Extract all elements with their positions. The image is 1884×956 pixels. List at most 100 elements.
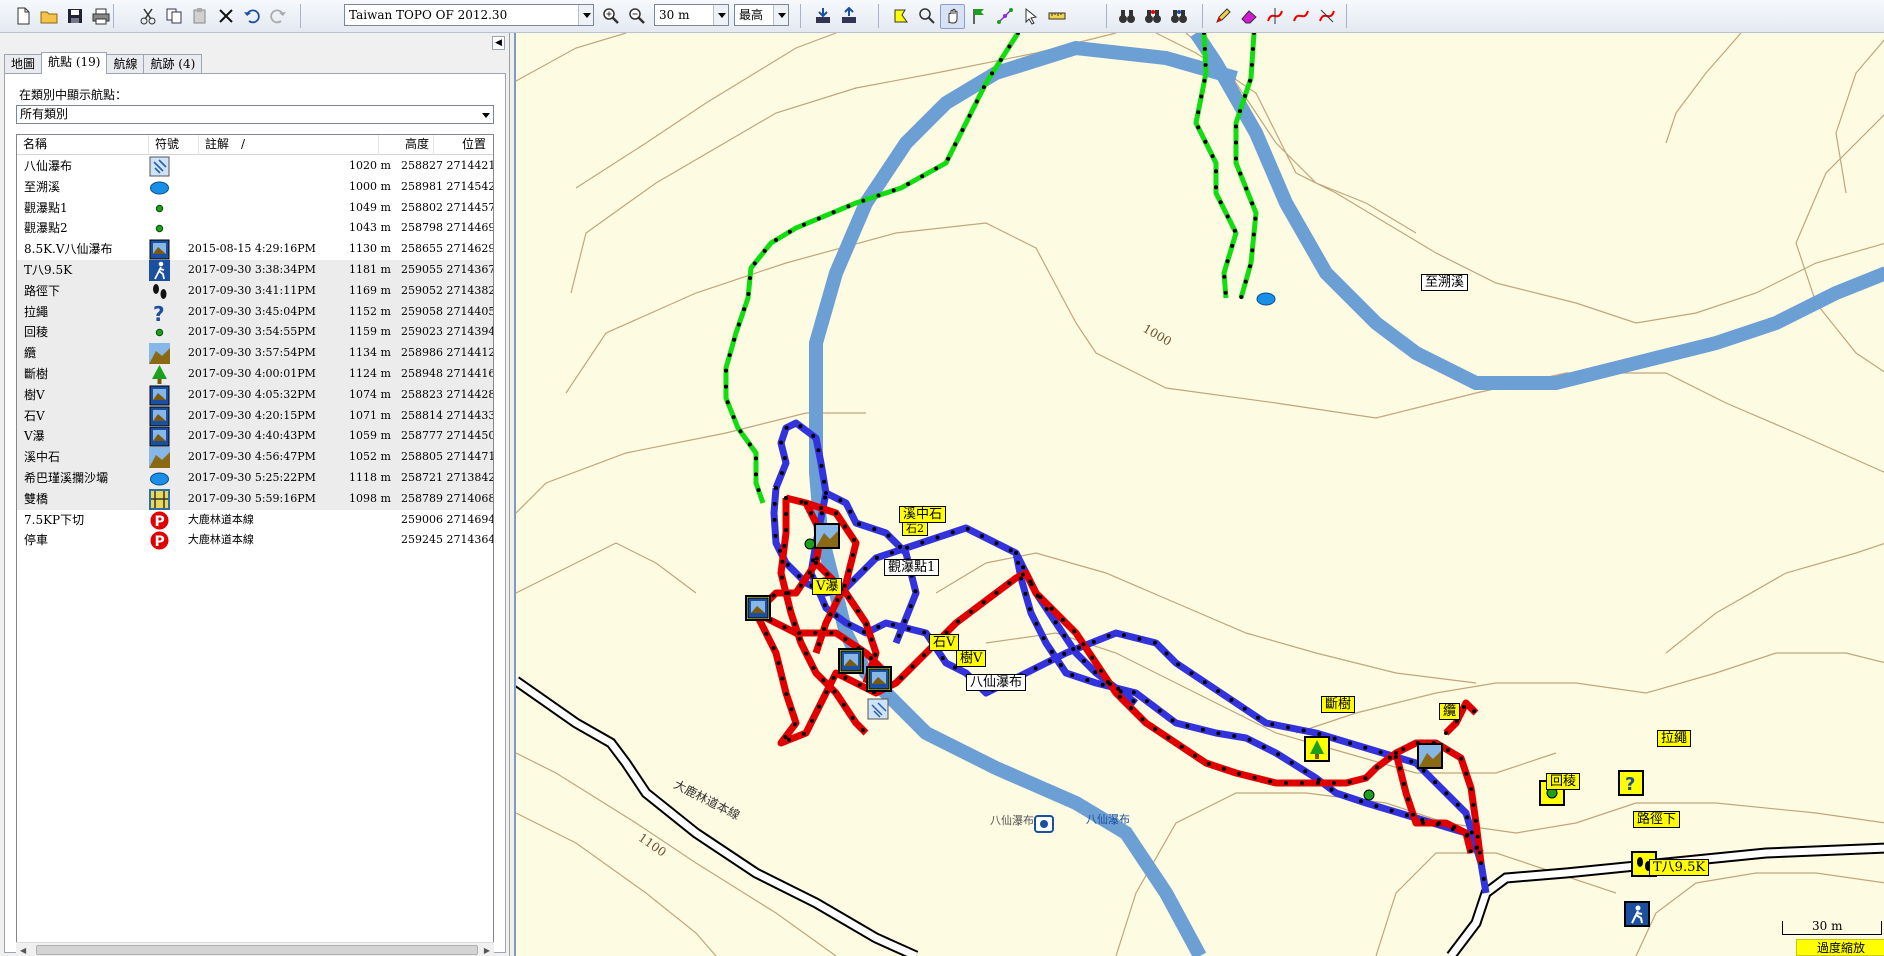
waypoint-vpu-marker[interactable] xyxy=(745,595,771,621)
open-button[interactable] xyxy=(36,4,61,29)
map-label-zhisuxi[interactable]: 至溯溪 xyxy=(1421,274,1469,291)
map-view[interactable]: ? 溪中石 石2 觀瀑點1 V瀑 石V 樹V 八仙瀑布 至溯溪 斷樹 纜 回稜 … xyxy=(514,33,1884,956)
waypoint-lan-marker[interactable] xyxy=(1417,743,1443,769)
print-button[interactable] xyxy=(88,4,113,29)
waypoint-row[interactable]: 路徑下 2017-09-30 3:41:11PM 1169 m 259052 2714… xyxy=(17,280,493,302)
save-button[interactable] xyxy=(62,4,87,29)
waypoint-xizhongshi-marker[interactable] xyxy=(814,523,840,549)
copy-button[interactable] xyxy=(161,4,186,29)
zoom-in-button[interactable] xyxy=(598,4,623,29)
map-product-select[interactable]: Taiwan TOPO OF 2012.30 xyxy=(344,4,594,26)
waypoint-position: 258655 2714629 xyxy=(400,242,493,256)
waypoint-row[interactable]: 雙橋 2017-09-30 5:59:16PM 1098 m 258789 27140… xyxy=(17,488,493,510)
waypoint-duanshu-marker[interactable] xyxy=(1304,736,1330,762)
redo-button[interactable] xyxy=(265,4,290,29)
pan-tool-button[interactable] xyxy=(940,3,965,29)
waypoint-row[interactable]: 回稜 2017-09-30 3:54:55PM 1159 m 259023 27143… xyxy=(17,322,493,344)
waypoint-row[interactable]: 希巴瑾溪攔沙壩 2017-09-30 5:25:22PM 1118 m 258721 … xyxy=(17,468,493,489)
pencil-tool-button[interactable] xyxy=(1210,4,1235,29)
map-label-lujingxia[interactable]: 路徑下 xyxy=(1633,811,1681,828)
zoom-out-button[interactable] xyxy=(624,4,649,29)
waypoint-tool-button[interactable] xyxy=(966,4,991,29)
measure-tool-button[interactable] xyxy=(1044,4,1069,29)
zoom-tool-button[interactable] xyxy=(914,4,939,29)
tab-routes[interactable]: 航線 xyxy=(106,54,145,74)
collapse-panel-button[interactable]: ◀ xyxy=(492,36,505,50)
category-filter-value: 所有類別 xyxy=(20,107,69,121)
column-header-altitude[interactable]: 高度 xyxy=(379,135,434,155)
scroll-left-icon[interactable]: ◀ xyxy=(20,946,26,955)
new-file-button[interactable] xyxy=(10,4,35,29)
waypoint-t8-marker[interactable] xyxy=(1624,901,1650,927)
route-tool-button[interactable] xyxy=(992,4,1017,29)
map-label-shiv[interactable]: 石V xyxy=(929,634,960,651)
category-filter-select[interactable]: 所有類別 xyxy=(16,105,494,124)
select-tool-button[interactable] xyxy=(888,4,913,29)
waypoint-row[interactable]: 8.5K.V八仙瀑布 2015-08-15 4:29:16PM 1130 m 2586… xyxy=(17,239,493,260)
send-to-device-button[interactable] xyxy=(836,4,861,29)
waypoint-name: 回稜 xyxy=(24,325,49,340)
tab-waypoints[interactable]: 航點 (19) xyxy=(41,52,108,74)
waypoint-symbol-cell: P xyxy=(137,510,182,531)
map-label-t8[interactable]: T八9.5K xyxy=(1649,859,1710,876)
waypoint-row[interactable]: 觀瀑點1 1049 m 258802 2714457 xyxy=(17,198,493,219)
column-header-note[interactable]: 註解 xyxy=(199,135,239,155)
divide-track-button[interactable] xyxy=(1262,4,1287,29)
find-address-button[interactable] xyxy=(1166,4,1191,29)
waypoint-row[interactable]: 觀瀑點2 1043 m 258798 2714469 xyxy=(17,218,493,239)
eraser-tool-button[interactable] xyxy=(1236,4,1261,29)
waypoint-row[interactable]: 斷樹 2017-09-30 4:00:01PM 1124 m 258948 27144… xyxy=(17,364,493,385)
waypoint-shuv-marker[interactable] xyxy=(866,666,892,692)
horizontal-scrollbar[interactable]: ◀ ▶ xyxy=(16,942,494,956)
waypoint-row[interactable]: 7.5KP下切 P 大鹿林道本線 259006 2714694 xyxy=(17,510,493,531)
waypoint-shiv-marker[interactable] xyxy=(838,648,864,674)
waypoint-row[interactable]: 停車 P 大鹿林道本線 259245 2714364 xyxy=(17,530,493,551)
waypoint-row[interactable]: 纜 2017-09-30 3:57:54PM 1134 m 258986 271441… xyxy=(17,343,493,364)
tab-map[interactable]: 地圖 xyxy=(4,54,43,74)
map-label-huileng[interactable]: 回稜 xyxy=(1546,773,1581,790)
find-button[interactable] xyxy=(1114,4,1139,29)
receive-from-device-button[interactable] xyxy=(810,4,835,29)
map-label-lan[interactable]: 纜 xyxy=(1439,703,1461,720)
undo-button[interactable] xyxy=(239,4,264,29)
scroll-right-icon[interactable]: ▶ xyxy=(484,946,490,955)
map-label-duanshu[interactable]: 斷樹 xyxy=(1321,696,1356,713)
waypoint-bafen-waterfall-marker[interactable] xyxy=(867,698,889,720)
tab-tracks[interactable]: 航跡 (4) xyxy=(143,54,203,74)
waypoint-altitude: 1159 m xyxy=(349,325,391,339)
scrollbar-thumb[interactable] xyxy=(36,945,478,955)
waypoint-lasheng-marker[interactable]: ? xyxy=(1618,770,1644,796)
waypoint-row[interactable]: 石V 2017-09-30 4:20:15PM 1071 m 258814 27144… xyxy=(17,405,493,427)
waypoint-huileng-marker[interactable] xyxy=(1363,789,1375,801)
map-label-bafen-waterfall[interactable]: 八仙瀑布 xyxy=(966,674,1027,691)
map-label-guanpu1[interactable]: 觀瀑點1 xyxy=(884,559,940,576)
waypoint-symbol-cell: P xyxy=(137,530,182,551)
column-header-name[interactable]: 名稱 xyxy=(17,135,149,155)
find-places-button[interactable] xyxy=(1140,4,1165,29)
waypoint-row[interactable]: T八9.5K 2017-09-30 3:38:34PM 1181 m 259055 2… xyxy=(17,260,493,281)
paste-button[interactable] xyxy=(187,4,212,29)
map-label-lasheng[interactable]: 拉繩 xyxy=(1657,730,1692,747)
map-label-shuv[interactable]: 樹V xyxy=(956,650,987,667)
waypoint-row[interactable]: 拉繩? 2017-09-30 3:45:04PM 1152 m 259058 2714… xyxy=(17,301,493,323)
track-filter-button[interactable] xyxy=(1314,4,1339,29)
map-label-xizhongshi[interactable]: 溪中石 xyxy=(899,506,947,523)
waypoint-row[interactable]: 八仙瀑布 1020 m 258827 2714421 xyxy=(17,156,493,177)
map-label-shi2[interactable]: 石2 xyxy=(902,522,928,536)
waypoint-row[interactable]: 溪中石 2017-09-30 4:56:47PM 1052 m 258805 2714… xyxy=(17,447,493,468)
pointer-tool-button[interactable] xyxy=(1018,4,1043,29)
waypoint-row[interactable]: V瀑 2017-09-30 4:40:43PM 1059 m 258777 27144… xyxy=(17,426,493,448)
cut-button[interactable] xyxy=(135,4,160,29)
waypoint-altitude: 1049 m xyxy=(349,200,391,214)
column-header-symbol[interactable]: 符號 xyxy=(149,135,199,155)
waypoint-zhisuxi-marker[interactable] xyxy=(1256,292,1276,306)
map-label-vpu[interactable]: V瀑 xyxy=(812,578,843,595)
waypoint-row[interactable]: 樹V 2017-09-30 4:05:32PM 1074 m 258823 27144… xyxy=(17,384,493,406)
waypoint-row[interactable]: 至溯溪 1000 m 258981 2714542 xyxy=(17,177,493,198)
delete-button[interactable] xyxy=(213,4,238,29)
join-track-button[interactable] xyxy=(1288,4,1313,29)
detail-level-select[interactable]: 最高 xyxy=(734,4,789,26)
track-blue[interactable] xyxy=(770,419,1490,894)
column-header-position[interactable]: 位置 xyxy=(434,135,493,155)
zoom-level-select[interactable]: 30 m xyxy=(654,4,729,26)
